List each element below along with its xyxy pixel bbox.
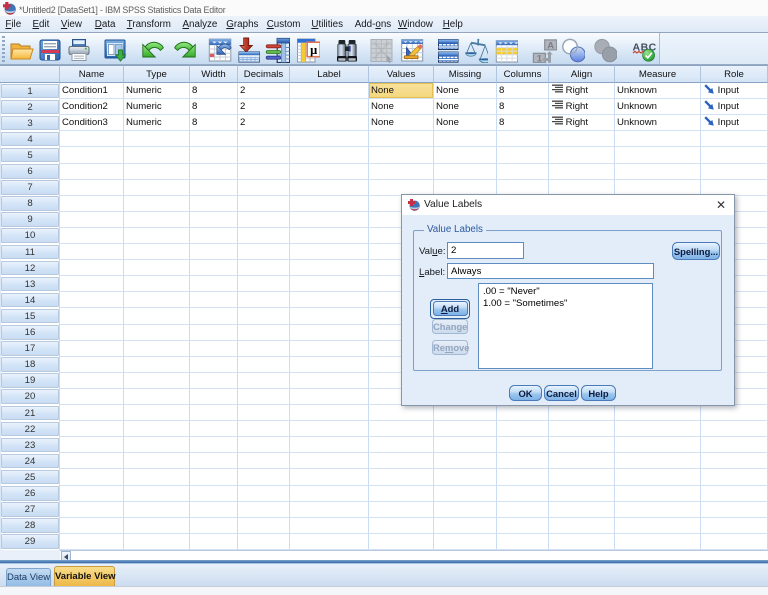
svg-text:μ: μ xyxy=(310,43,317,57)
svg-text:1: 1 xyxy=(537,53,543,63)
svg-text:A: A xyxy=(547,40,554,51)
